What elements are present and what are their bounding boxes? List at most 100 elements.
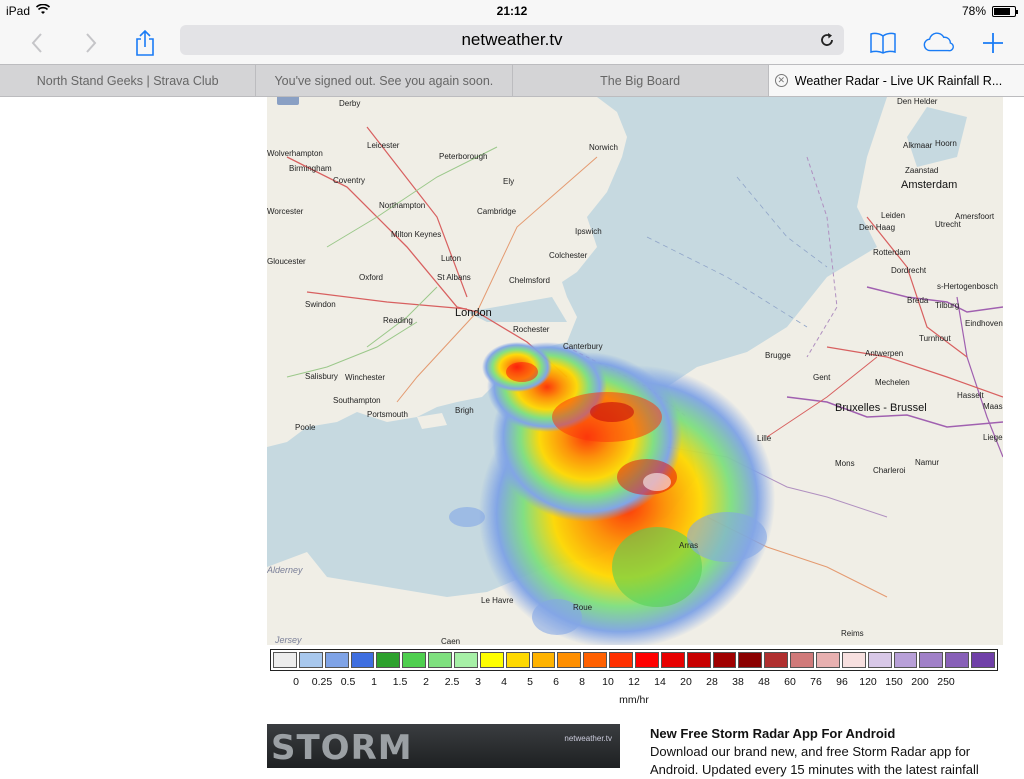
place-label: Utrecht bbox=[935, 220, 961, 229]
place-label: Den Haag bbox=[859, 223, 896, 232]
place-label-capital: Amsterdam bbox=[901, 179, 958, 191]
legend-tick: 250 bbox=[937, 676, 955, 688]
icloud-tabs-icon[interactable] bbox=[922, 26, 956, 60]
legend-swatch bbox=[790, 652, 815, 668]
legend-swatch bbox=[660, 652, 685, 668]
legend-tick: 10 bbox=[602, 676, 614, 688]
place-label: Southampton bbox=[333, 396, 381, 405]
place-label: Mechelen bbox=[875, 378, 910, 387]
radar-map[interactable]: Derby Leicester Peterborough Norwich Wol… bbox=[267, 97, 1003, 645]
legend-tick: 96 bbox=[836, 676, 848, 688]
place-label: Northampton bbox=[379, 201, 426, 210]
place-label: Canterbury bbox=[563, 342, 603, 351]
place-label: Rotterdam bbox=[873, 248, 911, 257]
legend-swatch bbox=[841, 652, 866, 668]
forward-icon[interactable] bbox=[74, 26, 108, 60]
share-icon[interactable] bbox=[128, 26, 162, 60]
place-label: Hasselt bbox=[957, 391, 984, 400]
place-label: Den Helder bbox=[897, 97, 938, 106]
place-label: Birmingham bbox=[289, 164, 332, 173]
island-label: Jersey bbox=[275, 635, 302, 645]
legend-swatch bbox=[945, 652, 970, 668]
place-label: Brigh bbox=[455, 406, 474, 415]
back-icon[interactable] bbox=[20, 26, 54, 60]
new-tab-icon[interactable] bbox=[976, 26, 1010, 60]
status-bar: iPad 21:12 78% bbox=[0, 0, 1024, 22]
place-label: Norwich bbox=[589, 143, 618, 152]
place-label: Leicester bbox=[367, 141, 400, 150]
tab-strava[interactable]: North Stand Geeks | Strava Club bbox=[0, 65, 257, 96]
legend-swatch bbox=[635, 652, 659, 668]
battery-icon bbox=[992, 5, 1018, 17]
storm-app-banner[interactable]: STORM netweather.tv bbox=[267, 724, 620, 768]
place-label: Liege bbox=[983, 433, 1003, 442]
legend-tick: 1 bbox=[371, 676, 377, 688]
tab-label: Weather Radar - Live UK Rainfall R... bbox=[794, 73, 1003, 88]
legend-tick: 60 bbox=[784, 676, 796, 688]
legend-tick: 2 bbox=[423, 676, 429, 688]
legend-ticks: 0 0.25 0.5 1 1.5 2 2.5 3 4 5 6 8 10 12 14 20 28 38 48 60 76 9… bbox=[270, 676, 998, 692]
bookmarks-icon[interactable] bbox=[866, 26, 900, 60]
zoom-control[interactable] bbox=[277, 97, 299, 105]
legend-swatch bbox=[893, 652, 918, 668]
rainfall-legend: 0 0.25 0.5 1 1.5 2 2.5 3 4 5 6 8 10 12 14 20 28 38 48 60 76 9… bbox=[270, 649, 998, 706]
legend-tick: 0 bbox=[293, 676, 299, 688]
place-label: Wolverhampton bbox=[267, 149, 323, 158]
island-label: Alderney bbox=[267, 565, 303, 575]
tab-big-board[interactable]: The Big Board bbox=[513, 65, 769, 96]
clock: 21:12 bbox=[496, 4, 528, 18]
place-label: Chelmsford bbox=[509, 276, 550, 285]
place-label: Gloucester bbox=[267, 257, 306, 266]
place-label: Brugge bbox=[765, 351, 791, 360]
tab-label: You've signed out. See you again soon. bbox=[274, 73, 494, 88]
promo-title[interactable]: New Free Storm Radar App For Android bbox=[650, 725, 1010, 743]
legend-swatch bbox=[428, 652, 453, 668]
close-tab-icon[interactable]: ✕ bbox=[774, 74, 788, 87]
legend-tick: 0.25 bbox=[311, 676, 333, 688]
legend-swatch bbox=[919, 652, 944, 668]
netweather-logo: netweather.tv bbox=[564, 734, 612, 743]
tab-weather-radar[interactable]: ✕ Weather Radar - Live UK Rainfall R... bbox=[768, 65, 1024, 96]
banner-text: STORM bbox=[271, 728, 413, 768]
legend-tick: 200 bbox=[911, 676, 929, 688]
place-label: Gent bbox=[813, 373, 831, 382]
place-label: Colchester bbox=[549, 251, 588, 260]
legend-swatch bbox=[350, 652, 375, 668]
place-label: Salisbury bbox=[305, 372, 338, 381]
legend-swatch bbox=[557, 652, 582, 668]
place-label: Coventry bbox=[333, 176, 366, 185]
legend-tick: 4 bbox=[501, 676, 507, 688]
browser-toolbar: netweather.tv bbox=[0, 22, 1024, 64]
place-label: St Albans bbox=[437, 273, 471, 282]
place-label: Derby bbox=[339, 99, 361, 108]
battery-percent: 78% bbox=[961, 4, 986, 18]
legend-swatch bbox=[764, 652, 789, 668]
tab-label: North Stand Geeks | Strava Club bbox=[36, 73, 219, 88]
legend-swatch bbox=[816, 652, 840, 668]
place-label: Maas bbox=[983, 402, 1003, 411]
legend-tick: 6 bbox=[553, 676, 559, 688]
place-label: s-Hertogenbosch bbox=[937, 282, 998, 291]
legend-tick: 38 bbox=[732, 676, 744, 688]
tab-signed-out[interactable]: You've signed out. See you again soon. bbox=[256, 65, 513, 96]
place-label: Eindhoven bbox=[965, 319, 1003, 328]
place-label: Lille bbox=[757, 434, 772, 443]
place-label-capital: Bruxelles - Brussel bbox=[835, 402, 927, 414]
promo-body: Download our brand new, and free Storm R… bbox=[650, 744, 979, 777]
legend-tick: 20 bbox=[680, 676, 692, 688]
place-label: Leiden bbox=[881, 211, 906, 220]
place-label: Charleroi bbox=[873, 466, 906, 475]
legend-swatch bbox=[609, 652, 634, 668]
legend-tick: 28 bbox=[706, 676, 718, 688]
place-label: Turnhout bbox=[919, 334, 951, 343]
address-bar[interactable]: netweather.tv bbox=[180, 25, 844, 55]
legend-tick: 0.5 bbox=[340, 676, 356, 688]
legend-tick: 76 bbox=[810, 676, 822, 688]
reload-icon[interactable] bbox=[816, 29, 838, 51]
legend-tick: 150 bbox=[885, 676, 903, 688]
legend-unit: mm/hr bbox=[619, 694, 649, 706]
legend-tick: 8 bbox=[579, 676, 585, 688]
place-label: Cambridge bbox=[477, 207, 517, 216]
place-label: Rochester bbox=[513, 325, 550, 334]
legend-tick: 12 bbox=[628, 676, 640, 688]
